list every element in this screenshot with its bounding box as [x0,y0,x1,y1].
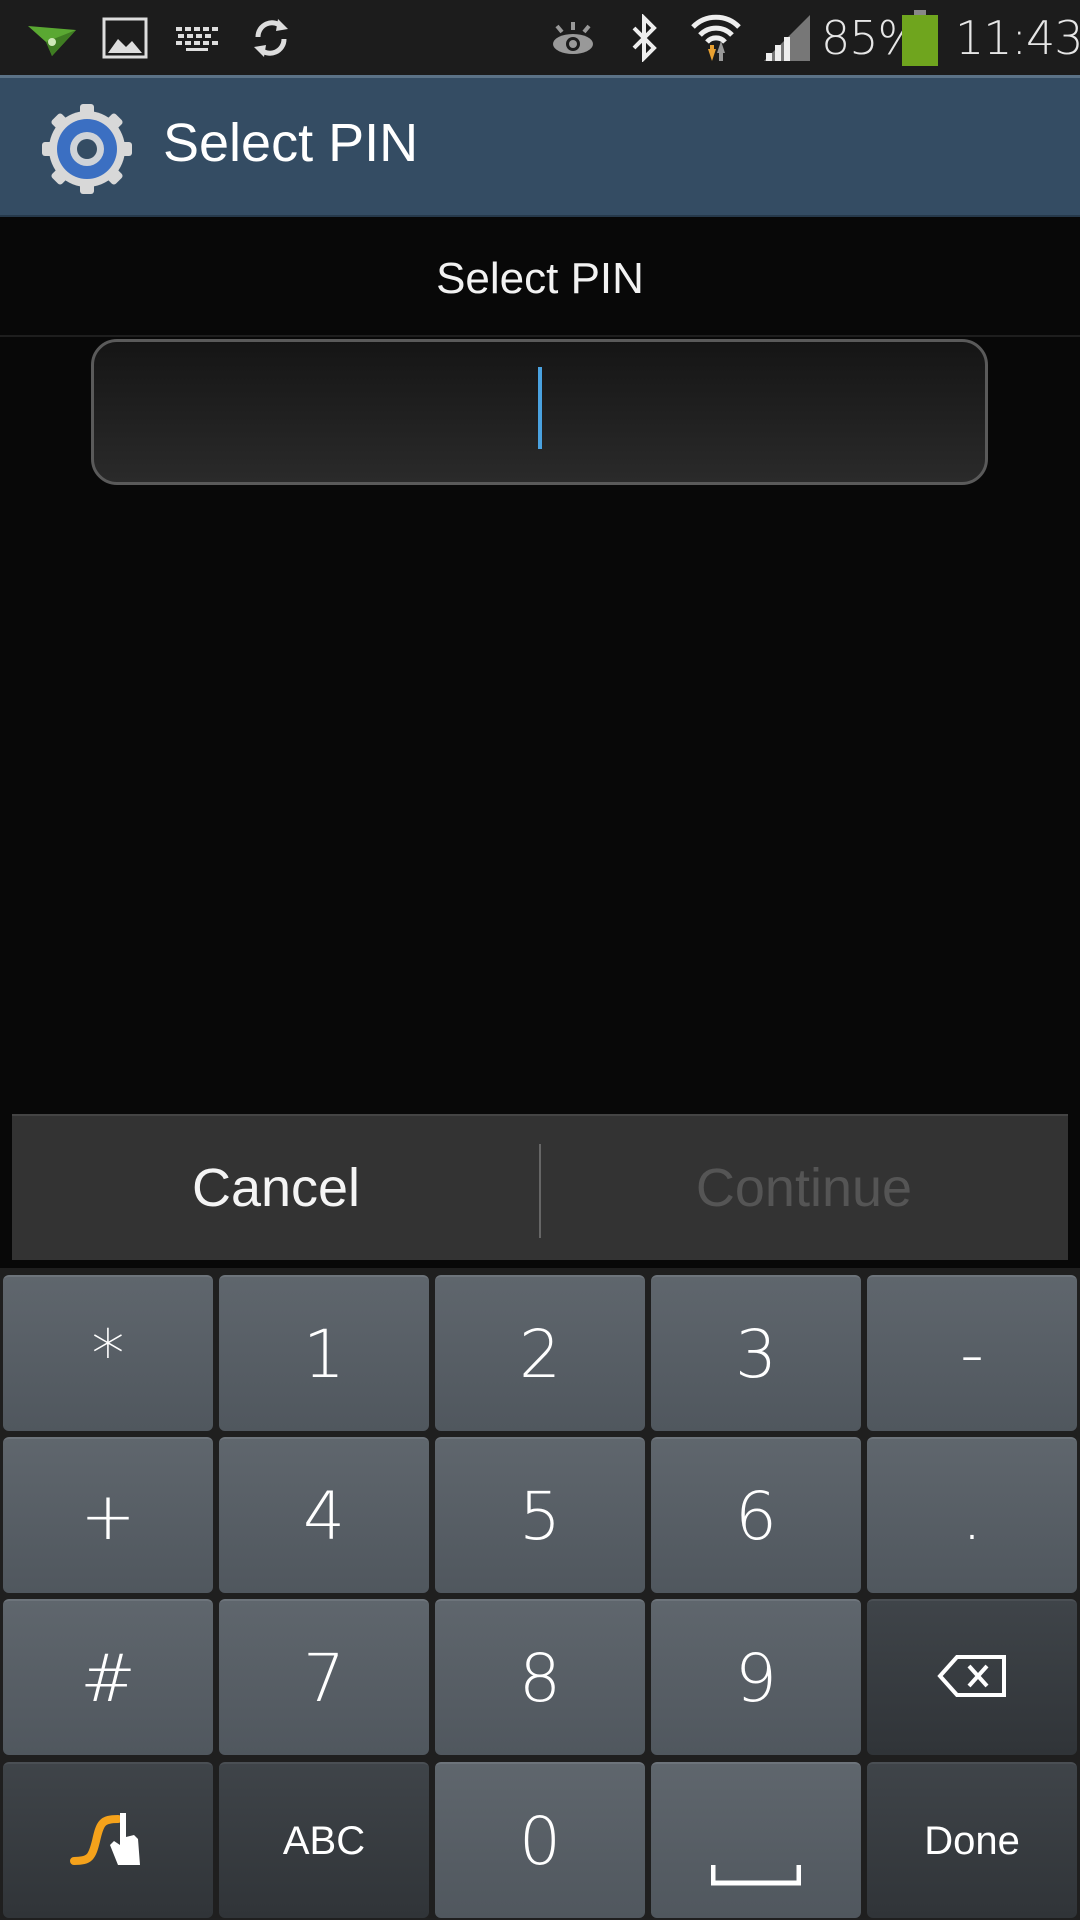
key-label: + [80,1477,136,1555]
key-backspace[interactable] [867,1599,1077,1755]
smart-stay-eye-icon [548,10,598,66]
key-label: 5 [519,1477,561,1555]
space-icon [710,1859,802,1894]
swype-icon [68,1809,148,1874]
dialog-heading: Select PIN [436,254,644,303]
key-plus[interactable]: + [3,1437,213,1593]
dialog-header: Select PIN [0,218,1080,337]
key-label: 6 [735,1477,777,1555]
image-icon [100,10,150,66]
key-5[interactable]: 5 [435,1437,645,1593]
key-label: 7 [303,1639,345,1717]
key-label: 9 [735,1639,777,1717]
sync-icon [246,10,296,66]
key-label: 3 [735,1315,777,1393]
key-label: * [91,1315,125,1393]
cancel-button[interactable]: Cancel [12,1116,540,1260]
key-label: - [960,1315,984,1393]
key-4[interactable]: 4 [219,1437,429,1593]
key-8[interactable]: 8 [435,1599,645,1755]
key-minus[interactable]: - [867,1275,1077,1431]
status-bar: 85% 11:43 [0,0,1080,75]
key-space[interactable] [651,1762,861,1918]
key-label: # [80,1639,136,1717]
key-done[interactable]: Done [867,1762,1077,1918]
airdroid-icon [24,10,80,66]
key-hash[interactable]: # [3,1599,213,1755]
key-period[interactable]: . [867,1437,1077,1593]
key-7[interactable]: 7 [219,1599,429,1755]
key-2[interactable]: 2 [435,1275,645,1431]
signal-icon [762,10,812,66]
backspace-icon [937,1654,1007,1703]
key-label: 8 [519,1639,561,1717]
key-9[interactable]: 9 [651,1599,861,1755]
key-1[interactable]: 1 [219,1275,429,1431]
action-bar: Select PIN [0,75,1080,217]
dialog-button-bar: Cancel Continue [12,1114,1068,1260]
key-6[interactable]: 6 [651,1437,861,1593]
continue-button[interactable]: Continue [540,1116,1068,1260]
key-abc[interactable]: ABC [219,1762,429,1918]
pin-input[interactable] [91,339,988,485]
key-label: Done [924,1818,1020,1863]
battery-icon [902,10,938,66]
key-label: 1 [303,1315,345,1393]
settings-gear-icon[interactable] [40,102,134,196]
numeric-keyboard: * 1 2 3 - +4 5 6. #7 8 9 ABC 0 Done [0,1268,1080,1920]
action-bar-title: Select PIN [163,113,419,173]
clock: 11:43 [955,11,1080,65]
key-asterisk[interactable]: * [3,1275,213,1431]
key-label: 4 [303,1477,345,1555]
key-3[interactable]: 3 [651,1275,861,1431]
key-0[interactable]: 0 [435,1762,645,1918]
wifi-icon [688,10,744,66]
key-label: ABC [282,1818,366,1863]
key-swype[interactable] [3,1762,213,1918]
key-label: 0 [519,1802,561,1880]
key-label: . [961,1477,983,1555]
bluetooth-icon [625,10,665,66]
text-cursor [538,367,542,449]
key-label: 2 [519,1315,561,1393]
keyboard-icon [172,10,222,66]
